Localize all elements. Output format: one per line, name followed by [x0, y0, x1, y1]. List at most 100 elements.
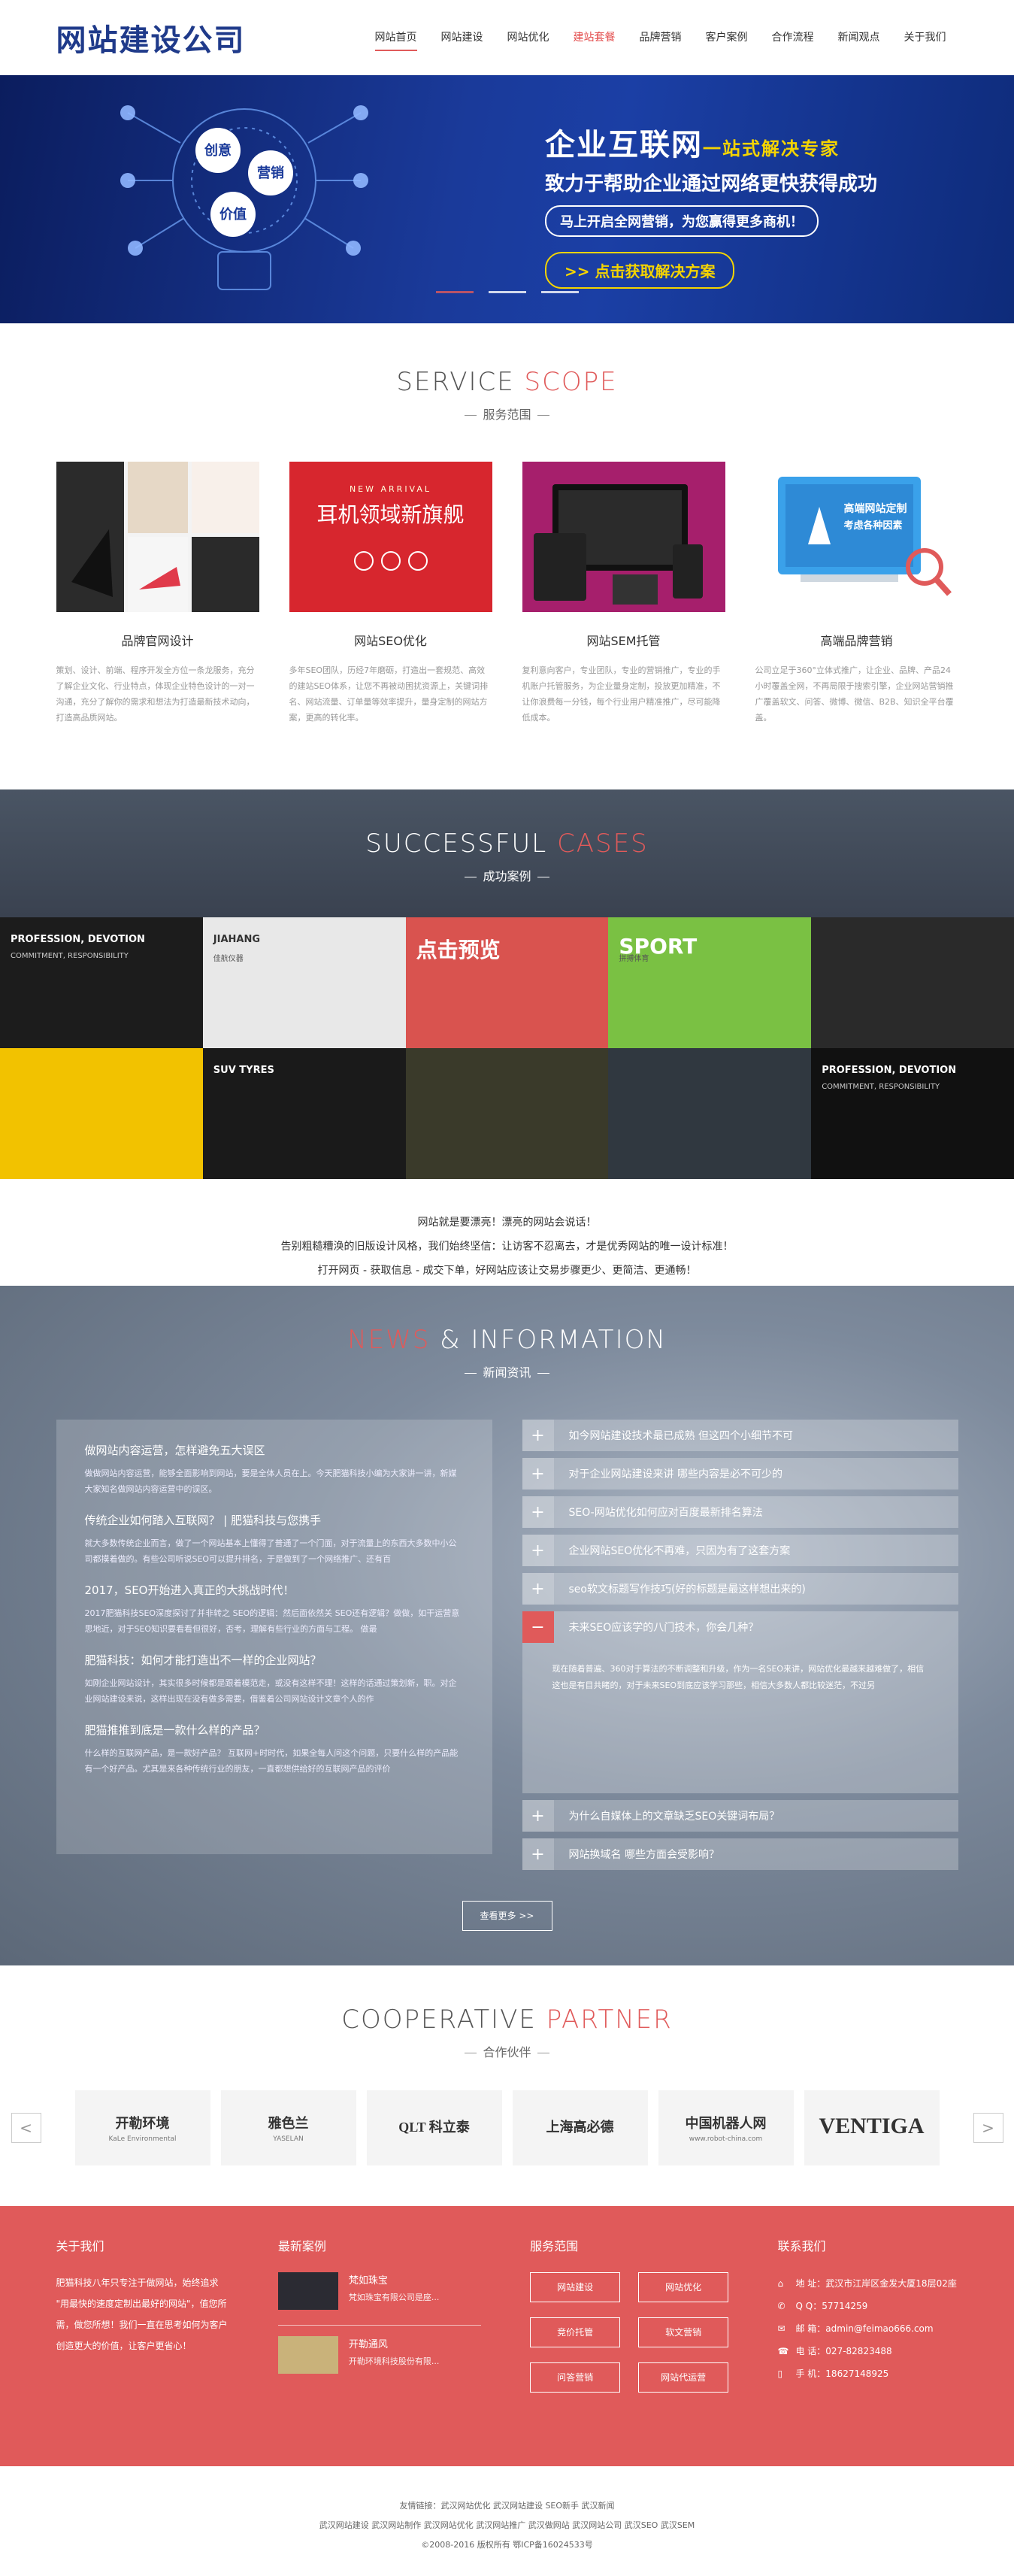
news-more-button[interactable]: 查看更多 >> [462, 1901, 552, 1931]
partner-logo[interactable]: 上海高必德 [512, 2090, 648, 2165]
case-tile[interactable] [608, 1048, 812, 1179]
news-accordion-item[interactable]: + seo软文标题写作技巧(好的标题是最这样想出来的) [522, 1573, 958, 1605]
partner-logo[interactable]: 开勒环境 KaLe Environmental [74, 2090, 210, 2165]
case-tile[interactable]: SPORT 拼搏体育 [608, 917, 812, 1048]
nav-website-build[interactable]: 网站建设 [429, 0, 495, 75]
news-item[interactable]: 传统企业如何踏入互联网？ | 肥猫科技与您携手就大多数传统企业而言，做了一个网站… [85, 1512, 464, 1567]
service-image-rocket[interactable]: 高端网站定制 考虑各种因素 [755, 462, 958, 612]
keyword-links[interactable]: 武汉网站建设 武汉网站制作 武汉网站优化 武汉网站推广 武汉做网站 武汉网站公司… [0, 2516, 1014, 2535]
service-title: 网站SEM托管 [586, 634, 661, 648]
service-card[interactable]: 品牌官网设计 策划、设计、前端、程序开发全方位一条龙服务，充分了解企业文化、行业… [56, 462, 259, 726]
partner-sub: www.robot-china.com [689, 2135, 763, 2143]
nav-news[interactable]: 新闻观点 [826, 0, 892, 75]
plus-icon[interactable]: + [522, 1496, 554, 1528]
news-accordion-item[interactable]: − 未来SEO应该学的八门技术，你会几种？ [522, 1611, 958, 1643]
news-item-title[interactable]: 肥猫推推到底是一款什么样的产品？ [85, 1722, 464, 1738]
news-item-desc: 就大多数传统企业而言，做了一个网站基本上懂得了普通了一个门面，对于流量上的东西大… [84, 1538, 457, 1564]
plus-icon[interactable]: + [522, 1573, 554, 1605]
news-accordion-item[interactable]: + 对于企业网站建设来讲 哪些内容是必不可少的 [522, 1458, 958, 1490]
partners-prev-button[interactable]: < [11, 2113, 41, 2143]
news-accordion-item[interactable]: + SEO-网站优化如何应对百度最新排名算法 [522, 1496, 958, 1528]
site-logo[interactable]: 网站建设公司 [56, 16, 246, 59]
nav-brand-marketing[interactable]: 品牌营销 [628, 0, 694, 75]
service-card[interactable]: NEW ARRIVAL 耳机领域新旗舰 网站SEO优化 多年SEO团队，历经7年… [289, 462, 492, 726]
news-subtitle: 新闻资讯 [56, 1362, 958, 1380]
case-tile[interactable] [811, 917, 1014, 1048]
banner-dot-1[interactable] [436, 291, 474, 293]
copyright-bar: 友情链接：武汉网站优化 武汉网站建设 SEO新手 武汉新闻 武汉网站建设 武汉网… [0, 2466, 1014, 2574]
nav-process[interactable]: 合作流程 [760, 0, 826, 75]
footer-case-title: 开勒通风 [348, 2339, 388, 2350]
nav-about[interactable]: 关于我们 [892, 0, 958, 75]
news-accordion-item[interactable]: + 如今网站建设技术最已成熟 但这四个小细节不可 [522, 1420, 958, 1451]
service-card[interactable]: 高端网站定制 考虑各种因素 高端品牌营销 公司立足于360°立体式推广，让企业、… [755, 462, 958, 726]
news-item[interactable]: 肥猫推推到底是一款什么样的产品？ 什么样的互联网产品，是一款好产品？ 互联网+时时… [85, 1722, 464, 1777]
case-tile[interactable]: JIAHANG 佳航仪器 [202, 917, 406, 1048]
partner-logo[interactable]: 雅色兰 YASELAN [220, 2090, 356, 2165]
case-tile[interactable]: 点击预览 [405, 917, 609, 1048]
plus-icon[interactable]: + [522, 1838, 554, 1870]
news-item[interactable]: 肥猫科技：如何才能打造出不一样的企业网站？ 如刚企业网站设计，其实很多时候都是跟着… [85, 1652, 464, 1707]
partner-name: VENTIGA [819, 2114, 925, 2138]
nav-home[interactable]: 网站首页 [363, 0, 429, 75]
news-item[interactable]: 做网站内容运营，怎样避免五大误区 做做网站内容运营，能够全面影响到网站，要是全体人… [85, 1442, 464, 1497]
friend-links[interactable]: 友情链接：武汉网站优化 武汉网站建设 SEO新手 武汉新闻 [0, 2496, 1014, 2516]
contact-phone-text: 电 话：027-82823488 [795, 2346, 892, 2356]
plus-icon[interactable]: + [522, 1535, 554, 1566]
footer-case-desc: 梵如珠宝有限公司是座... [348, 2293, 440, 2302]
plus-icon[interactable]: + [522, 1420, 554, 1451]
partners-title-b: PARTNER [546, 2005, 673, 2035]
accordion-title: 对于企业网站建设来讲 哪些内容是必不可少的 [568, 1468, 782, 1480]
footer-service-link[interactable]: 问答营销 [530, 2362, 621, 2393]
partner-logo[interactable]: QLT 科立泰 [366, 2090, 502, 2165]
news-accordion-item[interactable]: + 企业网站SEO优化不再难，只因为有了这套方案 [522, 1535, 958, 1566]
accordion-body: 现在随着普遍、360对于算法的不断调整和升级，作为一名SEO来讲，网站优化最越来… [522, 1643, 958, 1793]
case-tile[interactable]: SUV TYRES [202, 1048, 406, 1179]
footer-case-item[interactable]: 开勒通风 开勒环境科技股份有限... [277, 2336, 481, 2374]
footer-service-link[interactable]: 竞价托管 [530, 2317, 621, 2347]
footer-service-link[interactable]: 网站代运营 [638, 2362, 729, 2393]
service-card[interactable]: 网站SEM托管 复利意向客户，专业团队，专业的营销推广，专业的手机账户托管服务，… [522, 462, 725, 726]
news-item-title[interactable]: 做网站内容运营，怎样避免五大误区 [85, 1442, 464, 1458]
banner-dot-2[interactable] [489, 291, 526, 293]
footer-service-link[interactable]: 网站优化 [638, 2272, 729, 2302]
news-accordion-item[interactable]: + 网站换域名 哪些方面会受影响？ [522, 1838, 958, 1870]
news-item-title[interactable]: 2017，SEO开始进入真正的大挑战时代！ [85, 1582, 464, 1598]
contact-email: ✉ 邮 箱：admin@feimao666.com [777, 2317, 958, 2340]
news-item[interactable]: 2017，SEO开始进入真正的大挑战时代！ 2017肥猫科技SEO深度探讨了并非转… [85, 1582, 464, 1637]
nav-packages[interactable]: 建站套餐 [561, 0, 628, 75]
service-image-headphones[interactable]: NEW ARRIVAL 耳机领域新旗舰 [289, 462, 492, 612]
service-image-devices[interactable] [522, 462, 725, 612]
contact-address-text: 地 址：武汉市江岸区金发大厦18层02座 [795, 2278, 957, 2289]
case-tile[interactable] [0, 1048, 203, 1179]
service-image-shoes[interactable] [56, 462, 259, 612]
accordion-title: 企业网站SEO优化不再难，只因为有了这套方案 [568, 1545, 791, 1557]
news-accordion-item[interactable]: + 为什么自媒体上的文章缺乏SEO关键词布局？ [522, 1800, 958, 1832]
footer-about-title: 关于我们 [56, 2239, 104, 2253]
plus-icon[interactable]: + [522, 1800, 554, 1832]
footer-service-link[interactable]: 网站建设 [530, 2272, 621, 2302]
nav-cases[interactable]: 客户案例 [694, 0, 760, 75]
news-item-title[interactable]: 传统企业如何踏入互联网？ | 肥猫科技与您携手 [85, 1512, 464, 1528]
partner-logo[interactable]: VENTIGA [804, 2090, 940, 2165]
case-tile[interactable]: PROFESSION, DEVOTION COMMITMENT, RESPONSI… [811, 1048, 1014, 1179]
banner-cta-button[interactable]: >> 点击获取解决方案 [545, 252, 735, 289]
case-tile[interactable]: PROFESSION, DEVOTION COMMITMENT, RESPONSI… [0, 917, 203, 1048]
partners-next-button[interactable]: > [973, 2113, 1003, 2143]
case-label: 点击预览 [416, 938, 501, 962]
minus-icon[interactable]: − [522, 1611, 554, 1643]
nav-seo[interactable]: 网站优化 [495, 0, 561, 75]
service-desc: 复利意向客户，专业团队，专业的营销推广，专业的手机账户托管服务，为企业量身定制，… [522, 665, 721, 723]
services-title: SERVICE SCOPE [56, 367, 958, 397]
partner-logo[interactable]: 中国机器人网 www.robot-china.com [658, 2090, 794, 2165]
footer-service-link[interactable]: 软文营销 [638, 2317, 729, 2347]
plus-icon[interactable]: + [522, 1458, 554, 1490]
footer-case-item[interactable]: 梵如珠宝 梵如珠宝有限公司是座... [277, 2272, 481, 2310]
banner-pill: 马上开启全网营销，为您赢得更多商机！ [545, 205, 819, 237]
cases-title: SUCCESSFUL CASES [0, 829, 1014, 859]
slogan-line-3: 打开网页 - 获取信息 - 成交下单，好网站应该让交易步骤更少、更简洁、更通畅！ [317, 1265, 697, 1277]
service-image-text: 高端网站定制 [843, 503, 907, 515]
news-item-title[interactable]: 肥猫科技：如何才能打造出不一样的企业网站？ [85, 1652, 464, 1668]
case-tile[interactable] [405, 1048, 609, 1179]
banner-dot-3[interactable] [541, 291, 579, 293]
